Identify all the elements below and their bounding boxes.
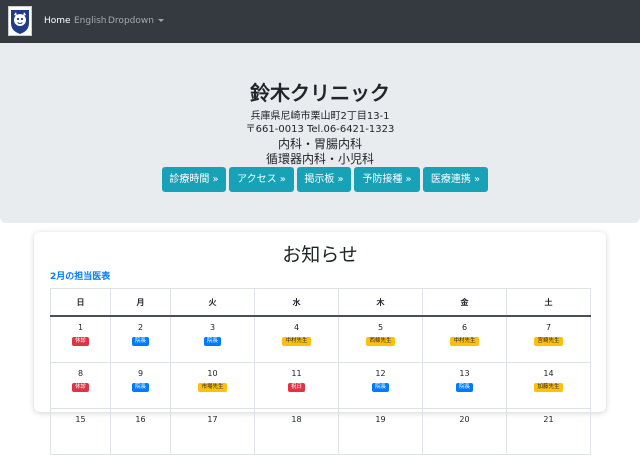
- day-number: 19: [375, 415, 386, 424]
- clinic-specialty-2: 循環器内科・小児科: [265, 152, 374, 166]
- calendar-day-cell: 15: [50, 408, 111, 455]
- calendar-day-cell: 3 院長: [170, 315, 255, 363]
- doctor-badge: 加藤先生: [534, 383, 563, 392]
- day-number: 17: [207, 415, 218, 424]
- day-number: 18: [291, 415, 302, 424]
- access-button[interactable]: アクセス »: [229, 167, 294, 192]
- monthly-doctor-schedule-link[interactable]: 2月の担当医表: [50, 269, 110, 282]
- clinic-header: 鈴木クリニック 兵庫県尼崎市栗山町2丁目13-1 〒661-0013 Tel.0…: [0, 43, 640, 223]
- medical-cooperation-button[interactable]: 医療連携 »: [423, 167, 488, 192]
- doctor-badge: 宮崎先生: [534, 337, 563, 346]
- calendar-day-cell: 13 院長: [422, 362, 507, 409]
- day-number: 6: [461, 323, 468, 332]
- weekday-header: 水: [254, 288, 339, 317]
- weekday-header: 土: [506, 288, 591, 317]
- calendar-week-row: 1 休診 2 院長 3 院長 4 中村先生 5 西條先生 6 中村先生 7 宮崎先生: [50, 315, 591, 363]
- caret-down-icon: [157, 19, 164, 22]
- doctor-badge: 中村先生: [282, 337, 311, 346]
- day-number: 8: [77, 369, 84, 378]
- weekday-header: 火: [170, 288, 255, 317]
- clinic-name: 鈴木クリニック: [250, 81, 390, 105]
- doctor-badge: 祝日: [287, 383, 305, 392]
- calendar-week-row: 8 休診 9 院長 10 市場先生 11 祝日 12 院長 13 院長 14 加藤先生: [50, 362, 591, 409]
- bulletin-board-button[interactable]: 掲示板 »: [297, 167, 351, 192]
- calendar-day-cell: 1 休診: [50, 315, 111, 363]
- notice-title: お知らせ: [282, 244, 358, 266]
- day-number: 11: [291, 369, 302, 378]
- day-number: 21: [543, 415, 554, 424]
- day-number: 14: [543, 369, 554, 378]
- doctor-badge: 院長: [131, 383, 149, 392]
- calendar-day-cell: 7 宮崎先生: [506, 315, 591, 363]
- day-number: 15: [75, 415, 86, 424]
- doctor-badge: 休診: [71, 383, 89, 392]
- day-number: 16: [135, 415, 146, 424]
- calendar-day-cell: 16: [110, 408, 171, 455]
- day-number: 10: [207, 369, 218, 378]
- day-number: 7: [545, 323, 552, 332]
- calendar-day-cell: 14 加藤先生: [506, 362, 591, 409]
- calendar-day-cell: 11 祝日: [254, 362, 339, 409]
- day-number: 1: [77, 323, 84, 332]
- doctor-badge: 市場先生: [198, 383, 227, 392]
- calendar-day-cell: 2 院長: [110, 315, 171, 363]
- nav-dropdown-toggle[interactable]: Dropdown: [108, 16, 164, 26]
- day-number: 12: [375, 369, 386, 378]
- nav-english-link[interactable]: English: [74, 16, 107, 26]
- calendar-day-cell: 6 中村先生: [422, 315, 507, 363]
- calendar-day-cell: 17: [170, 408, 255, 455]
- calendar-day-cell: 19: [338, 408, 423, 455]
- hours-button[interactable]: 診療時間 »: [162, 167, 226, 192]
- day-number: 9: [137, 369, 144, 378]
- calendar-day-cell: 12 院長: [338, 362, 423, 409]
- doctor-badge: 院長: [203, 337, 221, 346]
- day-number: 20: [459, 415, 470, 424]
- doctor-badge: 中村先生: [450, 337, 479, 346]
- calendar-day-cell: 9 院長: [110, 362, 171, 409]
- day-number: 3: [209, 323, 216, 332]
- day-number: 4: [293, 323, 300, 332]
- weekday-header: 月: [110, 288, 171, 317]
- day-number: 2: [137, 323, 144, 332]
- nav-dropdown-label: Dropdown: [108, 16, 154, 26]
- weekday-header: 金: [422, 288, 507, 317]
- tiger-crest-logo-icon[interactable]: [8, 6, 32, 36]
- nav-home-link[interactable]: Home: [44, 16, 71, 26]
- calendar-day-cell: 5 西條先生: [338, 315, 423, 363]
- calendar-day-cell: 10 市場先生: [170, 362, 255, 409]
- notice-card: お知らせ 2月の担当医表 日 月 火 水 木 金 土 1 休診 2 院長 3 院長 4 中村先…: [34, 232, 606, 455]
- doctor-badge: 休診: [71, 337, 89, 346]
- calendar-day-cell: 21: [506, 408, 591, 455]
- calendar-day-cell: 8 休診: [50, 362, 111, 409]
- vaccination-button[interactable]: 予防接種 »: [354, 167, 420, 192]
- calendar-body: 1 休診 2 院長 3 院長 4 中村先生 5 西條先生 6 中村先生 7 宮崎先生 8 休診 9 院長 10 市場先…: [50, 315, 591, 455]
- calendar-day-cell: 20: [422, 408, 507, 455]
- doctor-badge: 院長: [371, 383, 389, 392]
- calendar-header-row: 日 月 火 水 木 金 土: [50, 288, 591, 317]
- calendar-day-cell: 4 中村先生: [254, 315, 339, 363]
- calendar-day-cell: 18: [254, 408, 339, 455]
- calendar-week-row: 15 16 17 18 19 20 21: [50, 408, 591, 455]
- weekday-header: 日: [50, 288, 111, 317]
- day-number: 5: [377, 323, 384, 332]
- clinic-contact: 〒661-0013 Tel.06-6421-1323: [245, 124, 395, 135]
- doctor-badge: 院長: [131, 337, 149, 346]
- doctor-badge: 西條先生: [366, 337, 395, 346]
- top-navbar: Home English Dropdown: [0, 0, 640, 43]
- day-number: 13: [459, 369, 470, 378]
- doctor-badge: 院長: [455, 383, 473, 392]
- weekday-header: 木: [338, 288, 423, 317]
- doctor-schedule-calendar: 日 月 火 水 木 金 土 1 休診 2 院長 3 院長 4 中村先生 5 西條先生 6 中村先生 7 宮…: [50, 288, 591, 455]
